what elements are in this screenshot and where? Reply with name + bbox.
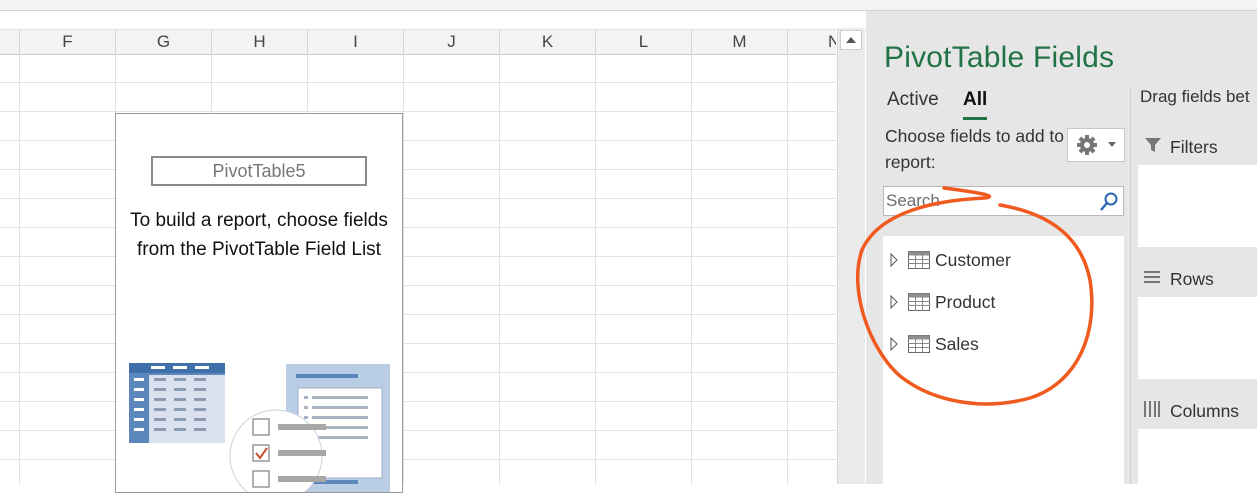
columns-drop-area[interactable]	[1138, 429, 1257, 484]
top-strip	[0, 0, 1257, 11]
tools-button[interactable]	[1067, 128, 1125, 162]
tab-all[interactable]: All	[963, 89, 987, 111]
pivottable-placeholder[interactable]: PivotTable5 To build a report, choose fi…	[115, 113, 403, 493]
gear-icon	[1077, 135, 1116, 155]
columns-icon	[1144, 401, 1160, 417]
field-item-sales[interactable]: Sales	[889, 332, 1119, 358]
column-header-i[interactable]: I	[308, 30, 404, 54]
column-header-partial[interactable]	[0, 30, 20, 54]
expand-caret-icon[interactable]	[889, 253, 899, 267]
expand-caret-icon[interactable]	[889, 295, 899, 309]
table-icon	[908, 335, 930, 353]
pivot-illustration-icon	[129, 363, 390, 492]
rows-drop-area[interactable]	[1138, 297, 1257, 379]
pane-divider[interactable]	[1130, 86, 1131, 484]
choose-fields-label: Choose fields to add to report:	[885, 126, 1065, 172]
pivottable-name-label: PivotTable5	[151, 156, 367, 186]
pivottable-instructions: To build a report, choose fields from th…	[130, 210, 388, 260]
search-icon[interactable]	[1099, 192, 1119, 212]
column-header-k[interactable]: K	[500, 30, 596, 54]
field-label: Product	[935, 292, 996, 312]
column-header-g[interactable]: G	[116, 30, 212, 54]
vertical-scrollbar[interactable]	[837, 28, 865, 484]
pivottable-fields-pane: PivotTable Fields Active All Choose fiel…	[866, 11, 1257, 484]
field-item-product[interactable]: Product	[889, 290, 1119, 316]
column-header-row: F G H I J K L M N	[0, 29, 836, 55]
area-label-columns: Columns	[1170, 401, 1240, 421]
area-label-filters: Filters	[1170, 137, 1218, 157]
search-box[interactable]	[883, 186, 1124, 216]
tab-active[interactable]: Active	[887, 89, 939, 111]
rows-icon	[1144, 271, 1160, 283]
column-header-m[interactable]: M	[692, 30, 788, 54]
field-item-customer[interactable]: Customer	[889, 248, 1119, 274]
column-header-l[interactable]: L	[596, 30, 692, 54]
table-icon	[908, 251, 930, 269]
table-icon	[908, 293, 930, 311]
column-header-n[interactable]: N	[788, 30, 836, 54]
field-label: Customer	[935, 250, 1011, 270]
expand-caret-icon[interactable]	[889, 337, 899, 351]
column-header-j[interactable]: J	[404, 30, 500, 54]
column-header-h[interactable]: H	[212, 30, 308, 54]
field-list: Customer Product Sales	[883, 236, 1124, 484]
search-input[interactable]	[886, 190, 1096, 212]
area-label-rows: Rows	[1170, 269, 1214, 289]
tab-all-underline	[963, 117, 987, 120]
scroll-up-button[interactable]	[840, 30, 862, 50]
pane-title: PivotTable Fields	[884, 41, 1115, 74]
drag-fields-label: Drag fields bet	[1140, 87, 1250, 106]
field-label: Sales	[935, 334, 979, 354]
column-header-f[interactable]: F	[20, 30, 116, 54]
filter-icon	[1145, 138, 1161, 152]
filters-drop-area[interactable]	[1138, 165, 1257, 247]
